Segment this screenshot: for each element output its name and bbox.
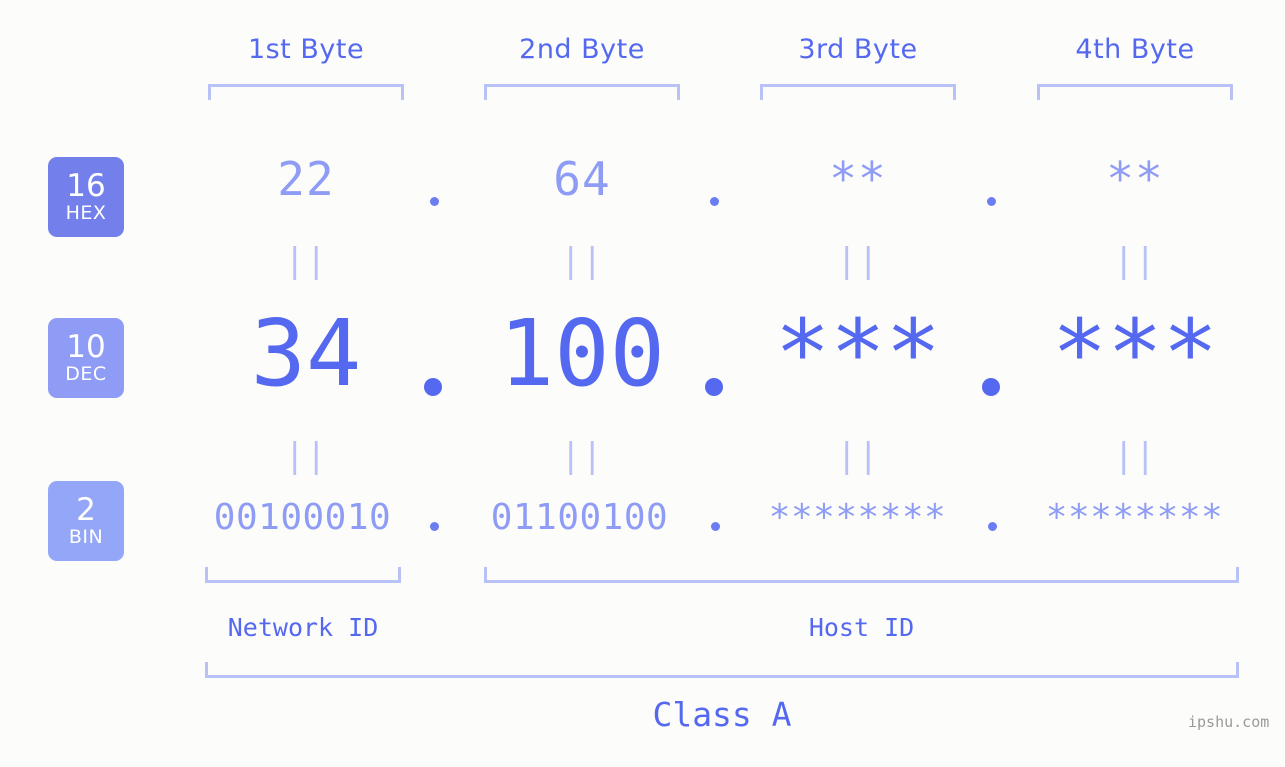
byte-header-label-3: 3rd Byte [798, 34, 918, 65]
ip-address-breakdown-diagram: 1st Byte 2nd Byte 3rd Byte 4th Byte 16 H… [0, 0, 1285, 767]
hex-separator-dot-1 [430, 197, 439, 206]
byte-bracket-4 [1037, 84, 1233, 100]
dec-value-byte-3: *** [774, 300, 942, 407]
dec-separator-dot-1 [424, 378, 442, 396]
byte-bracket-3 [760, 84, 956, 100]
dec-value-byte-1: 34 [250, 300, 362, 407]
network-id-label: Network ID [227, 613, 379, 642]
byte-header-label-4: 4th Byte [1075, 34, 1195, 65]
equality-mark-hex-dec-3: || [836, 241, 880, 281]
site-watermark: ipshu.com [1188, 713, 1270, 731]
bin-value-byte-2: 01100100 [490, 497, 669, 538]
equality-mark-hex-dec-1: || [284, 241, 328, 281]
bin-value-byte-4: ******** [1045, 497, 1224, 538]
equality-mark-dec-bin-1: || [284, 436, 328, 476]
equality-mark-dec-bin-3: || [836, 436, 880, 476]
radix-badge-dec-number: 10 [66, 329, 106, 365]
dec-separator-dot-2 [705, 378, 723, 396]
class-label: Class A [652, 695, 792, 734]
host-id-bracket [484, 567, 1239, 583]
dec-value-byte-2: 100 [498, 300, 666, 407]
equality-mark-hex-dec-4: || [1113, 241, 1157, 281]
hex-separator-dot-3 [987, 197, 996, 206]
hex-value-byte-1: 22 [277, 152, 335, 206]
hex-value-byte-4: ** [1106, 152, 1164, 206]
bin-separator-dot-3 [988, 522, 997, 531]
radix-badge-bin-system: BIN [68, 526, 104, 548]
equality-mark-hex-dec-2: || [560, 241, 604, 281]
hex-value-byte-2: 64 [553, 152, 611, 206]
bin-separator-dot-2 [711, 522, 720, 531]
byte-header-label-2: 2nd Byte [519, 34, 645, 65]
hex-value-byte-3: ** [829, 152, 887, 206]
dec-value-byte-4: *** [1051, 300, 1219, 407]
byte-header-label-1: 1st Byte [247, 34, 365, 65]
radix-badge-hex-system: HEX [65, 202, 107, 224]
radix-badge-hex: 16 HEX [48, 157, 124, 237]
bin-value-byte-3: ******** [768, 497, 947, 538]
equality-mark-dec-bin-2: || [560, 436, 604, 476]
radix-badge-bin-number: 2 [76, 492, 96, 528]
dec-separator-dot-3 [982, 378, 1000, 396]
hex-separator-dot-2 [710, 197, 719, 206]
class-bracket [205, 662, 1239, 678]
bin-separator-dot-1 [430, 522, 439, 531]
radix-badge-dec-system: DEC [65, 363, 107, 385]
network-id-bracket [205, 567, 401, 583]
byte-bracket-1 [208, 84, 404, 100]
radix-badge-hex-number: 16 [66, 168, 106, 204]
radix-badge-bin: 2 BIN [48, 481, 124, 561]
equality-mark-dec-bin-4: || [1113, 436, 1157, 476]
bin-value-byte-1: 00100010 [213, 497, 392, 538]
host-id-label: Host ID [808, 613, 915, 642]
byte-bracket-2 [484, 84, 680, 100]
radix-badge-dec: 10 DEC [48, 318, 124, 398]
